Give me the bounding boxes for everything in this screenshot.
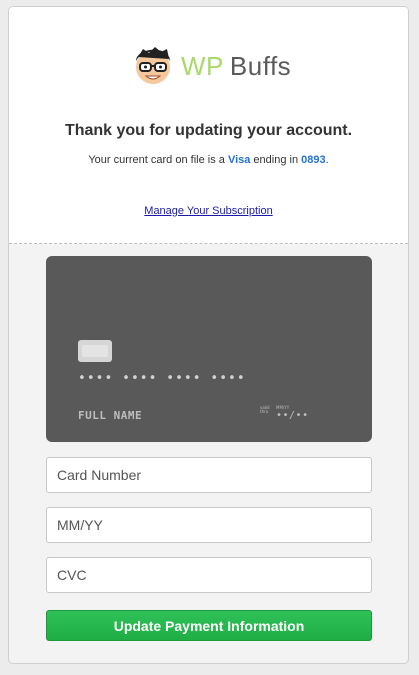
card-brand-text: Visa [227,154,251,166]
card-number-preview: •••• •••• •••• •••• [78,371,246,386]
valid-thru-label: valid thru [260,405,270,414]
card-name-preview: FULL NAME [78,409,143,422]
credit-card-preview: •••• •••• •••• •••• FULL NAME valid thru… [46,256,372,442]
current-card-message: Your current card on file is a Visa endi… [9,154,408,166]
wp-buffs-logo: WP Buffs [129,39,299,91]
card-chip-inner [82,345,108,357]
expiry-date-input[interactable] [46,507,372,543]
logo-wordmark: WP Buffs [181,51,291,82]
page-title: Thank you for updating your account. [64,122,353,139]
payment-update-panel: WP Buffs Thank you for updating your acco… [8,6,409,664]
nerd-face-icon [136,47,170,84]
update-payment-button[interactable]: Update Payment Information [46,610,372,641]
cvc-input[interactable] [46,557,372,593]
logo-buffs-text: Buffs [229,51,292,81]
card-expiry-preview: ••/•• [276,410,309,421]
manage-subscription-container: Manage Your Subscription [9,205,408,217]
manage-subscription-link[interactable]: Manage Your Subscription [144,205,272,217]
confirmation-section: WP Buffs Thank you for updating your acco… [9,7,408,244]
card-info-suffix: . [325,154,329,166]
card-info-middle: ending in [250,154,302,166]
card-number-input[interactable] [46,457,372,493]
card-chip-icon [78,340,112,362]
card-last4-text: 0893 [301,154,326,166]
card-info-prefix: Your current card on file is a [88,154,228,166]
logo-wp-text: WP [181,51,224,81]
